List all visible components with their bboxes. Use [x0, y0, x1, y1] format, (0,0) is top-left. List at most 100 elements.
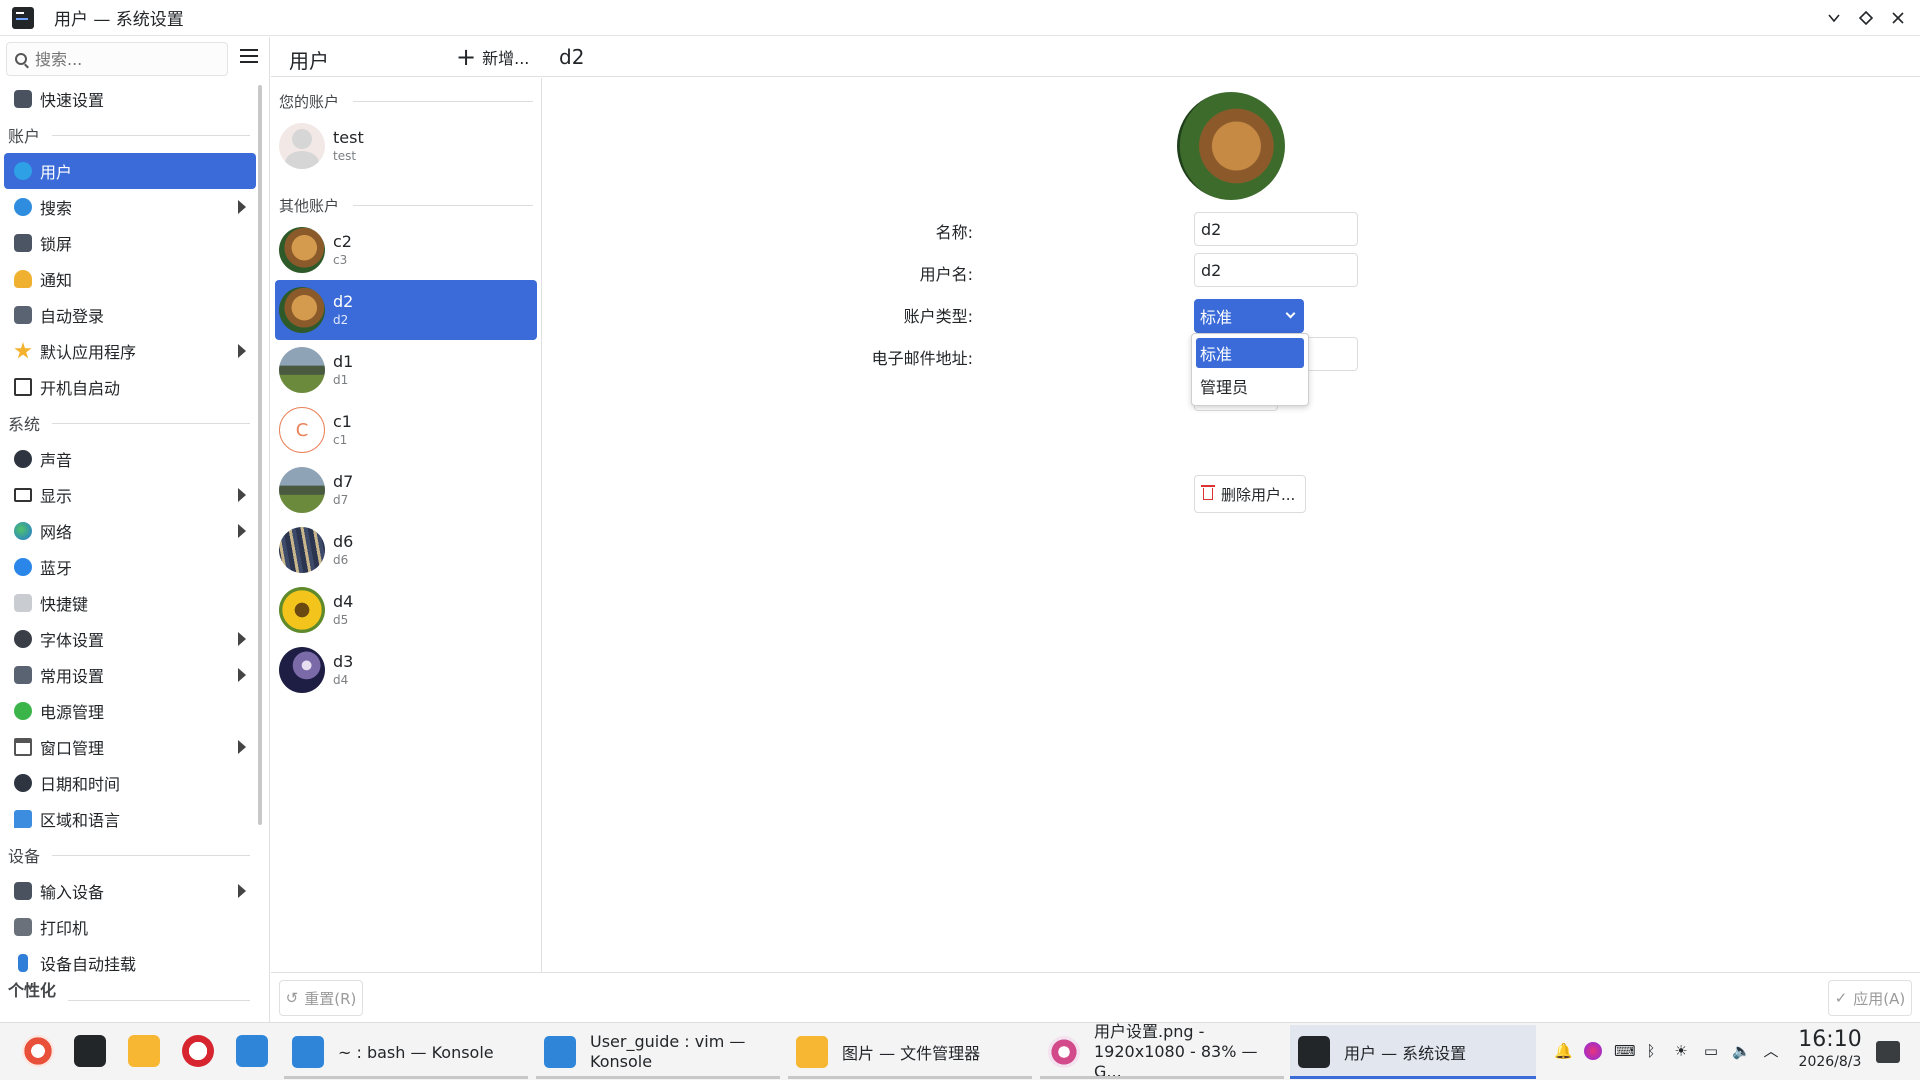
- user-item-d3[interactable]: d3 d4: [275, 640, 537, 700]
- brightness-tray-icon[interactable]: ☀: [1672, 1042, 1690, 1060]
- user-item-c1[interactable]: C c1 c1: [275, 400, 537, 460]
- app-tray-icon[interactable]: [1584, 1042, 1602, 1060]
- task-file-manager[interactable]: 图片 — 文件管理器: [788, 1025, 1032, 1079]
- apply-button[interactable]: ✓ 应用(A): [1828, 980, 1912, 1016]
- system-settings-launcher-icon[interactable]: [74, 1035, 106, 1067]
- reset-button[interactable]: ↺ 重置(R): [279, 980, 363, 1016]
- sidebar-item-search[interactable]: 搜索: [4, 189, 256, 225]
- search-input[interactable]: [35, 49, 215, 69]
- sidebar-item-window-management[interactable]: 窗口管理: [4, 729, 256, 765]
- sidebar-item-printers[interactable]: 打印机: [4, 909, 256, 945]
- sidebar-scrollbar[interactable]: [258, 85, 262, 825]
- user-login: d2: [333, 313, 349, 327]
- software-center-launcher-icon[interactable]: [182, 1035, 214, 1067]
- quick-settings-icon: [14, 90, 32, 108]
- account-type-value: 标准: [1200, 308, 1233, 327]
- task-image-viewer[interactable]: 用户设置.png - 1920x1080 - 83% — G...: [1040, 1022, 1284, 1080]
- hamburger-menu-icon[interactable]: [240, 49, 258, 63]
- window-icon: [14, 738, 32, 756]
- username-field[interactable]: d2: [1194, 253, 1358, 287]
- section-header-devices: 设备: [0, 837, 262, 873]
- keyboard-icon: [14, 594, 32, 612]
- common-settings-icon: [14, 666, 32, 684]
- sidebar-item-region[interactable]: 区域和语言: [4, 801, 256, 837]
- sidebar-item-power[interactable]: 电源管理: [4, 693, 256, 729]
- volume-tray-icon[interactable]: 🔈: [1732, 1042, 1751, 1060]
- sidebar-item-fonts[interactable]: 字体设置: [4, 621, 256, 657]
- sidebar-item-label: 快捷键: [40, 595, 89, 614]
- add-user-button[interactable]: + 新增...: [456, 45, 529, 69]
- maximize-button[interactable]: [1856, 8, 1876, 28]
- email-label: 电子邮件地址:: [871, 349, 973, 368]
- user-item-d6[interactable]: d6 d6: [275, 520, 537, 580]
- clock-time: 16:10: [1798, 1027, 1862, 1052]
- title-bar: 用户 — 系统设置: [0, 0, 1920, 36]
- sidebar-item-lockscreen[interactable]: 锁屏: [4, 225, 256, 261]
- sidebar-item-display[interactable]: 显示: [4, 477, 256, 513]
- delete-user-button[interactable]: 删除用户...: [1194, 475, 1306, 513]
- bluetooth-icon: [14, 558, 32, 576]
- show-desktop-icon[interactable]: [1876, 1041, 1900, 1063]
- notifications-tray-icon[interactable]: 🔔: [1554, 1042, 1573, 1060]
- chevron-down-icon: [1285, 308, 1296, 319]
- sidebar-item-label: 电源管理: [40, 703, 105, 722]
- sidebar-item-users[interactable]: 用户: [4, 153, 256, 189]
- task-system-settings[interactable]: 用户 — 系统设置: [1290, 1025, 1536, 1079]
- network-tray-icon[interactable]: ▭: [1702, 1042, 1720, 1060]
- account-type-option-standard[interactable]: 标准: [1196, 338, 1304, 368]
- diamond-icon: [1859, 11, 1873, 25]
- user-item-c2[interactable]: c2 c3: [275, 220, 537, 280]
- image-viewer-icon: [1048, 1036, 1080, 1068]
- name-field[interactable]: d2: [1194, 212, 1358, 246]
- account-type-dropdown[interactable]: 标准: [1194, 299, 1304, 333]
- user-name: test: [333, 128, 364, 147]
- app-launcher-icon[interactable]: [22, 1035, 54, 1067]
- sidebar-item-notifications[interactable]: 通知: [4, 261, 256, 297]
- display-icon: [14, 488, 32, 502]
- selected-user-title: d2: [559, 45, 585, 69]
- sidebar-item-sound[interactable]: 声音: [4, 441, 256, 477]
- sidebar-item-datetime[interactable]: 日期和时间: [4, 765, 256, 801]
- sidebar-item-common-settings[interactable]: 常用设置: [4, 657, 256, 693]
- account-type-popup: 标准 管理员: [1191, 333, 1309, 406]
- sidebar-item-autostart[interactable]: 开机自启动: [4, 369, 256, 405]
- sidebar-item-label: 通知: [40, 271, 73, 290]
- sidebar-item-shortcuts[interactable]: 快捷键: [4, 585, 256, 621]
- sidebar-item-network[interactable]: 网络: [4, 513, 256, 549]
- sidebar-list: 快速设置 账户 用户 搜索 锁屏 通知 自动登录 默认应用程序 开机自启动 系统…: [0, 81, 262, 1001]
- clock[interactable]: 16:10 2026/8/3: [1790, 1027, 1870, 1071]
- sidebar-item-quick-settings[interactable]: 快速设置: [4, 81, 256, 117]
- account-type-option-admin[interactable]: 管理员: [1196, 371, 1304, 401]
- sidebar-item-label: 常用设置: [40, 667, 105, 686]
- chevron-up-icon[interactable]: ︿: [1762, 1042, 1780, 1060]
- user-avatar-large[interactable]: [1177, 92, 1285, 200]
- sidebar-item-autologin[interactable]: 自动登录: [4, 297, 256, 333]
- sidebar-item-automount[interactable]: 设备自动挂载: [4, 945, 256, 981]
- initial-avatar: C: [279, 407, 325, 453]
- sidebar-item-input-devices[interactable]: 输入设备: [4, 873, 256, 909]
- task-label: 用户设置.png -: [1094, 1022, 1205, 1041]
- monitor-icon: [14, 306, 32, 324]
- user-item-test[interactable]: test test: [275, 116, 537, 176]
- user-item-d1[interactable]: d1 d1: [275, 340, 537, 400]
- keyboard-tray-icon[interactable]: ⌨: [1614, 1042, 1636, 1060]
- terminal-launcher-icon[interactable]: [236, 1035, 268, 1067]
- task-konsole-bash[interactable]: ~ : bash — Konsole: [284, 1025, 528, 1079]
- sidebar-item-bluetooth[interactable]: 蓝牙: [4, 549, 256, 585]
- task-label: 图片 — 文件管理器: [842, 1044, 981, 1063]
- sidebar-item-label: 网络: [40, 523, 73, 542]
- sidebar-item-default-apps[interactable]: 默认应用程序: [4, 333, 256, 369]
- bluetooth-tray-icon[interactable]: ᛒ: [1642, 1042, 1660, 1060]
- task-konsole-vim[interactable]: User_guide : vim — Konsole: [536, 1025, 780, 1079]
- user-item-d4[interactable]: d4 d5: [275, 580, 537, 640]
- user-item-d7[interactable]: d7 d7: [275, 460, 537, 520]
- section-header-system: 系统: [0, 405, 262, 441]
- search-field[interactable]: [6, 42, 228, 76]
- close-button[interactable]: [1888, 8, 1908, 28]
- minimize-button[interactable]: [1824, 8, 1844, 28]
- file-manager-launcher-icon[interactable]: [128, 1035, 160, 1067]
- user-item-d2[interactable]: d2 d2: [275, 280, 537, 340]
- user-name: d4: [333, 592, 354, 611]
- sidebar: 快速设置 账户 用户 搜索 锁屏 通知 自动登录 默认应用程序: [0, 37, 270, 1022]
- folder-icon: [796, 1036, 828, 1068]
